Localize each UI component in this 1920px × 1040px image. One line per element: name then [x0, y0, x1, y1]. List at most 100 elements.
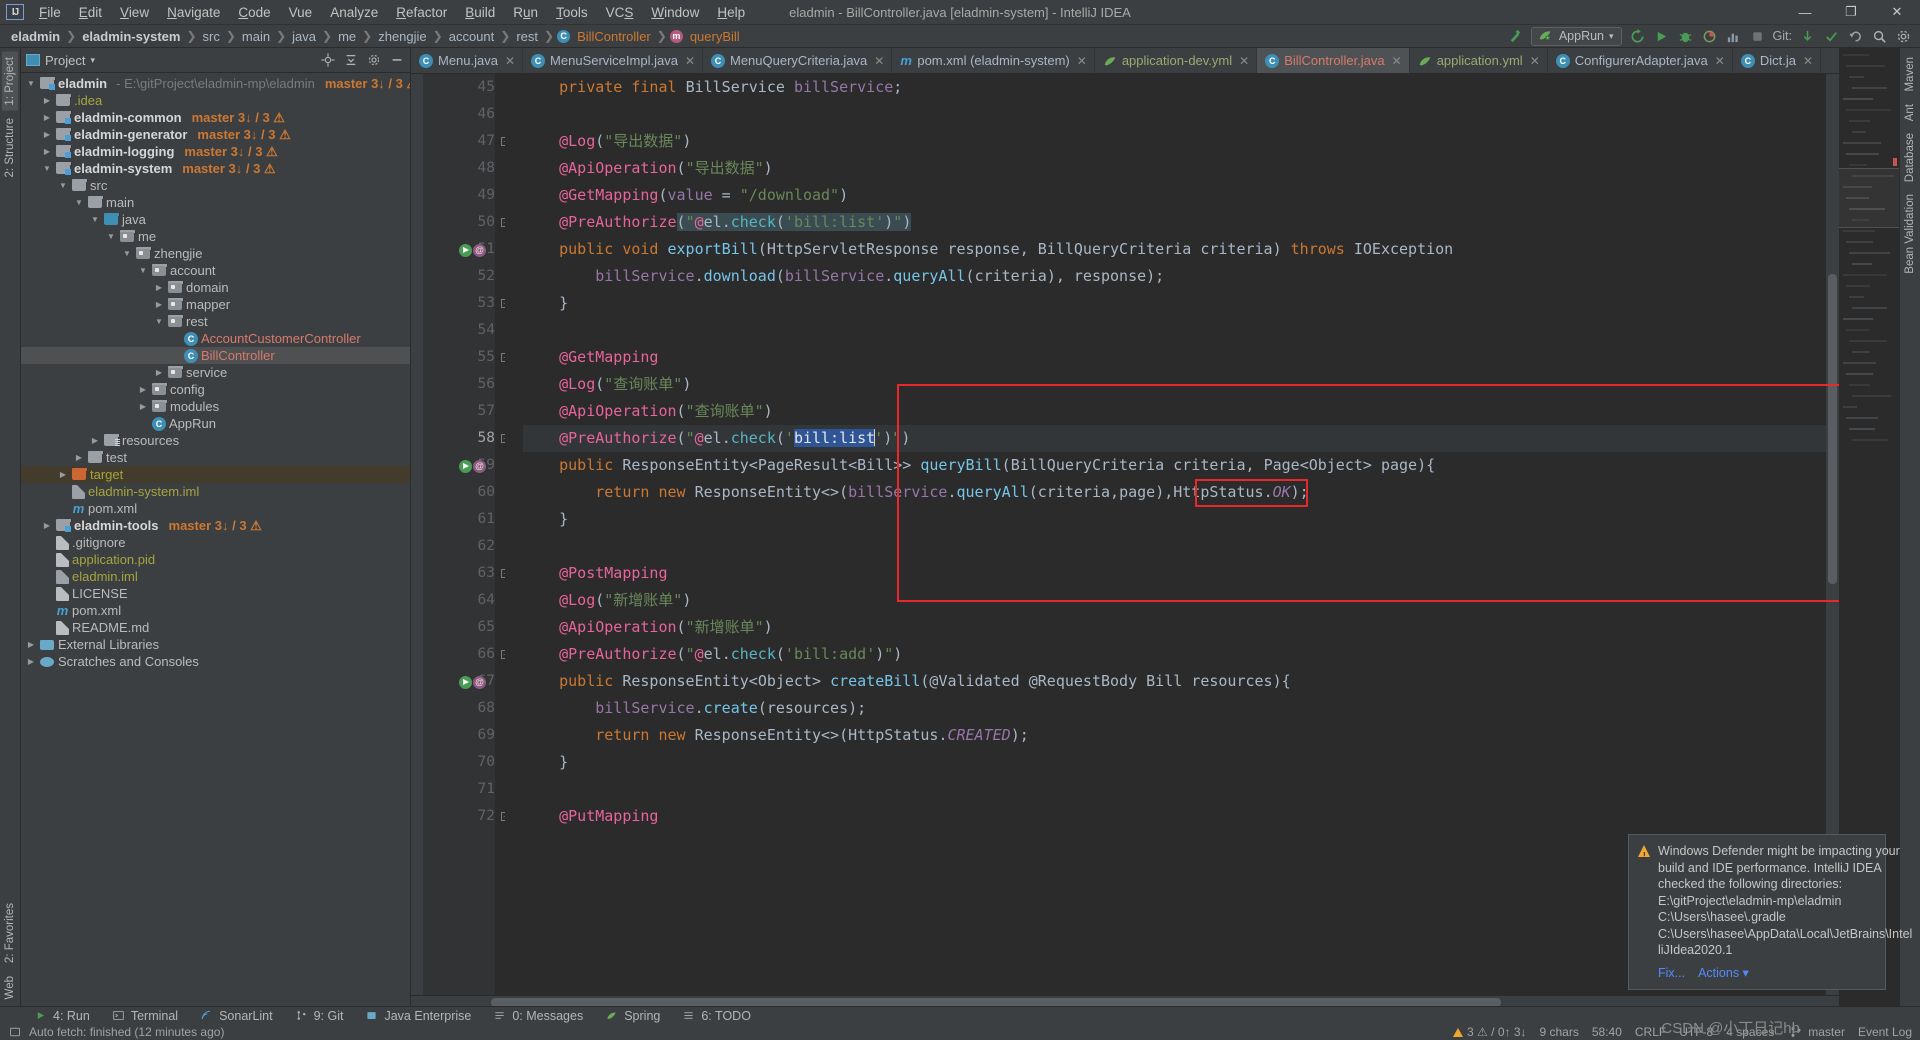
- breadcrumb-item-eladmin[interactable]: eladmin: [8, 28, 63, 45]
- notification-fix-link[interactable]: Fix...: [1658, 965, 1685, 982]
- close-icon[interactable]: ✕: [1239, 54, 1249, 68]
- tree-node-src[interactable]: ▼ src: [21, 177, 410, 194]
- code-line[interactable]: @Log("查询账单"): [523, 371, 1839, 398]
- line-number-gutter[interactable]: 45 46 47 48 49 50 51 52 53 54 55 56 57 58 59 60 61 62 63 64…: [423, 74, 505, 995]
- spring-bean-icon[interactable]: @: [473, 675, 486, 689]
- sidebar-item-favorites[interactable]: 2: Favorites: [2, 898, 18, 968]
- breadcrumb-item-me[interactable]: me: [335, 28, 359, 45]
- line-number[interactable]: 52: [423, 263, 505, 290]
- close-icon[interactable]: ✕: [1392, 54, 1402, 68]
- toggle-right-icon[interactable]: ▶: [25, 640, 37, 649]
- close-icon[interactable]: ✕: [505, 54, 515, 68]
- tree-node-readme-md[interactable]: README.md: [21, 619, 410, 636]
- menu-file[interactable]: File: [30, 2, 70, 23]
- close-icon[interactable]: ✕: [1077, 54, 1087, 68]
- scrollbar-thumb[interactable]: [1828, 274, 1837, 584]
- line-number[interactable]: 45: [423, 74, 505, 101]
- bottom-tool-terminal[interactable]: Terminal: [100, 1006, 188, 1025]
- collapse-all-icon[interactable]: [342, 52, 359, 69]
- code-line[interactable]: @GetMapping(value = "/download"): [523, 182, 1839, 209]
- code-line[interactable]: [523, 533, 1839, 560]
- tree-node-license[interactable]: LICENSE: [21, 585, 410, 602]
- line-number[interactable]: 55: [423, 344, 505, 371]
- editor-tab-application-yml[interactable]: application.yml ✕: [1410, 48, 1548, 73]
- menu-analyze[interactable]: Analyze: [321, 2, 387, 23]
- breadcrumb-item-billcontroller[interactable]: BillController: [574, 28, 654, 45]
- notification-balloon[interactable]: Windows Defender might be impacting your…: [1628, 834, 1912, 990]
- menu-edit[interactable]: Edit: [70, 2, 111, 23]
- maximize-button[interactable]: ❐: [1828, 0, 1874, 25]
- editor-tab-application-dev-yml[interactable]: application-dev.yml ✕: [1095, 48, 1258, 73]
- settings-icon[interactable]: [1895, 28, 1912, 45]
- code-line[interactable]: private final BillService billService;: [523, 74, 1839, 101]
- line-number[interactable]: 72: [423, 803, 505, 830]
- sidebar-item-project[interactable]: 1: Project: [2, 52, 18, 111]
- code-line[interactable]: return new ResponseEntity<>(billService.…: [523, 479, 1839, 506]
- code-line[interactable]: billService.create(resources);: [523, 695, 1839, 722]
- caret-position[interactable]: 58:40: [1592, 1025, 1622, 1039]
- code-line[interactable]: billService.download(billService.queryAl…: [523, 263, 1839, 290]
- bottom-tool-sonarlint[interactable]: SonarLint: [188, 1006, 283, 1025]
- tree-node--idea[interactable]: ▶ .idea: [21, 92, 410, 109]
- code-line[interactable]: @PreAuthorize("@el.check('bill:list')"): [523, 209, 1839, 236]
- locate-icon[interactable]: [319, 52, 336, 69]
- line-number[interactable]: 64: [423, 587, 505, 614]
- line-number[interactable]: 70: [423, 749, 505, 776]
- inspection-status[interactable]: 3 ⚠ / 0↑ 3↓: [1453, 1025, 1527, 1039]
- tree-node-eladmin-iml[interactable]: eladmin.iml: [21, 568, 410, 585]
- line-number[interactable]: 56: [423, 371, 505, 398]
- tree-node--gitignore[interactable]: .gitignore: [21, 534, 410, 551]
- line-number[interactable]: 65: [423, 614, 505, 641]
- tree-node-scratches-and-consoles[interactable]: ▶ Scratches and Consoles: [21, 653, 410, 670]
- toggle-down-icon[interactable]: ▼: [57, 181, 69, 190]
- code-line[interactable]: @ApiOperation("查询账单"): [523, 398, 1839, 425]
- tree-node-eladmin-system[interactable]: ▼ eladmin-system master 3↓ / 3 ⚠: [21, 160, 410, 177]
- sidebar-item-ant[interactable]: Ant: [1902, 99, 1918, 126]
- update-project-icon[interactable]: [1799, 28, 1816, 45]
- commit-icon[interactable]: [1823, 28, 1840, 45]
- bottom-tool-0-messages[interactable]: 0: Messages: [481, 1006, 593, 1025]
- run-method-icon[interactable]: [459, 243, 472, 257]
- run-icon[interactable]: [1653, 28, 1670, 45]
- toggle-down-icon[interactable]: ▼: [137, 266, 149, 275]
- line-number[interactable]: 49: [423, 182, 505, 209]
- breadcrumb-item-src[interactable]: src: [200, 28, 223, 45]
- tree-node-java[interactable]: ▼ java: [21, 211, 410, 228]
- tree-node-eladmin[interactable]: ▼ eladmin - E:\gitProject\eladmin-mp\eladm…: [21, 75, 410, 92]
- toggle-right-icon[interactable]: ▶: [57, 470, 69, 479]
- menu-window[interactable]: Window: [642, 2, 708, 23]
- breadcrumb-item-main[interactable]: main: [239, 28, 273, 45]
- tree-node-domain[interactable]: ▶ domain: [21, 279, 410, 296]
- tree-node-rest[interactable]: ▼ rest: [21, 313, 410, 330]
- menu-view[interactable]: View: [111, 2, 158, 23]
- tree-node-pom-xml[interactable]: m pom.xml: [21, 602, 410, 619]
- tree-node-eladmin-system-iml[interactable]: eladmin-system.iml: [21, 483, 410, 500]
- tree-node-pom-xml[interactable]: m pom.xml: [21, 500, 410, 517]
- code-line[interactable]: public ResponseEntity<Object> createBill…: [523, 668, 1839, 695]
- main-menu[interactable]: File Edit View Navigate Code Vue Analyze…: [30, 2, 754, 23]
- toggle-down-icon[interactable]: ▼: [25, 79, 37, 88]
- line-number[interactable]: 60: [423, 479, 505, 506]
- toggle-right-icon[interactable]: ▶: [25, 657, 37, 666]
- code-line[interactable]: @ApiOperation("导出数据"): [523, 155, 1839, 182]
- gutter-run-icons[interactable]: @: [459, 674, 489, 690]
- breadcrumb-item-querybill[interactable]: queryBill: [687, 28, 743, 45]
- hide-icon[interactable]: [388, 52, 405, 69]
- tree-node-eladmin-logging[interactable]: ▶ eladmin-logging master 3↓ / 3 ⚠: [21, 143, 410, 160]
- code-line[interactable]: @PreAuthorize("@el.check('bill:list')"): [523, 425, 1839, 452]
- sidebar-item-web[interactable]: Web: [2, 971, 18, 1004]
- close-icon[interactable]: ✕: [1715, 54, 1725, 68]
- line-number[interactable]: 50: [423, 209, 505, 236]
- tree-node-mapper[interactable]: ▶ mapper: [21, 296, 410, 313]
- toggle-right-icon[interactable]: ▶: [41, 130, 53, 139]
- chevron-down-icon[interactable]: ▾: [1609, 31, 1614, 42]
- bottom-tool-window-bar[interactable]: 4: Run Terminal SonarLint 9: Git Java Enterp…: [0, 1006, 1920, 1024]
- toggle-down-icon[interactable]: ▼: [121, 249, 133, 258]
- notification-actions-link[interactable]: Actions ▾: [1698, 965, 1749, 982]
- minimap-viewport[interactable]: [1839, 168, 1899, 228]
- debug-icon[interactable]: [1677, 28, 1694, 45]
- bottom-tool-6-todo[interactable]: 6: TODO: [670, 1006, 761, 1025]
- tree-node-apprun[interactable]: C AppRun: [21, 415, 410, 432]
- editor-tab-menu-java[interactable]: C Menu.java ✕: [411, 48, 524, 73]
- tree-node-me[interactable]: ▼ me: [21, 228, 410, 245]
